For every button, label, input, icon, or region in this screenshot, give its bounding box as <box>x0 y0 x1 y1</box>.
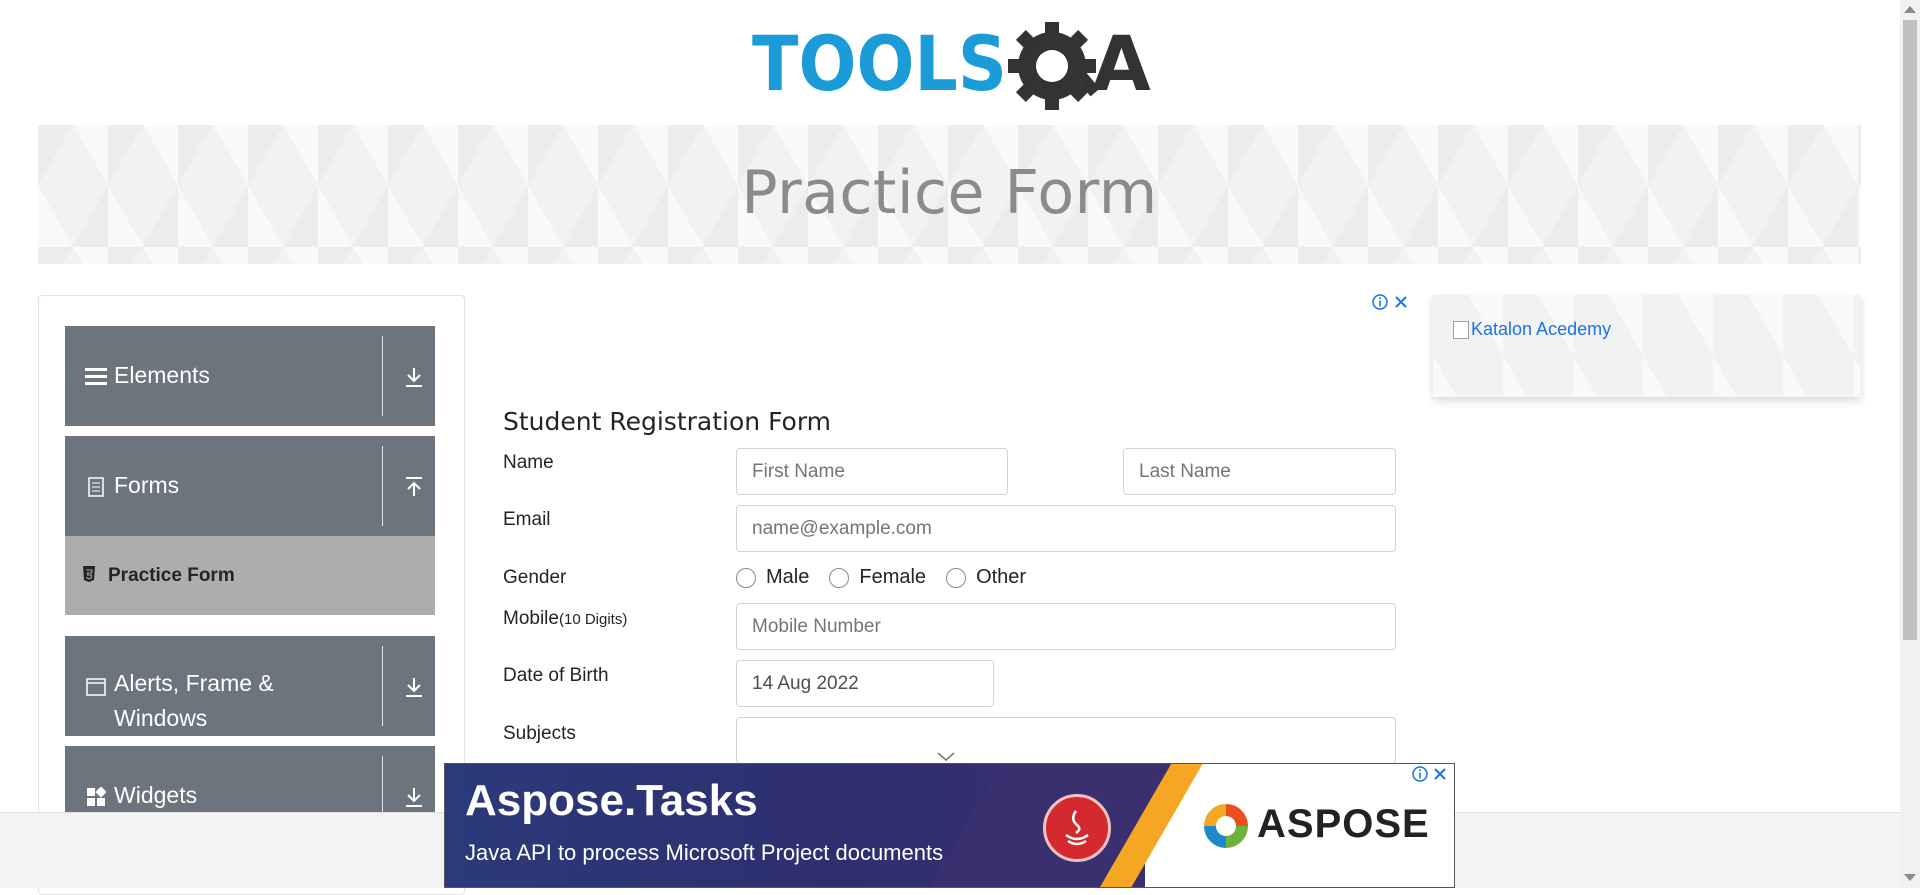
window-icon <box>85 676 107 698</box>
date-of-birth-input[interactable]: 14 Aug 2022 <box>736 660 994 707</box>
radio-button[interactable] <box>946 567 967 588</box>
download-arrow-icon[interactable] <box>403 676 425 698</box>
gender-radio-group: Male Female Other <box>736 566 1046 589</box>
sidebar-group-label: Alerts, Frame & Windows <box>114 670 274 731</box>
dob-label: Date of Birth <box>503 665 609 686</box>
subjects-input[interactable] <box>736 717 1396 764</box>
radio-button[interactable] <box>829 567 850 588</box>
radio-label: Female <box>859 566 927 588</box>
sidebar-group-elements[interactable]: Elements <box>65 326 435 426</box>
download-arrow-icon[interactable] <box>403 786 425 808</box>
broken-image-icon <box>1453 320 1469 339</box>
toolsqa-logo[interactable]: TOOLS A <box>752 18 1152 114</box>
email-label: Email <box>503 509 551 530</box>
sidebar-group-label: Forms <box>114 472 180 498</box>
ad-controls <box>1412 766 1448 787</box>
scroll-down-icon[interactable] <box>1904 874 1916 881</box>
document-icon <box>85 476 107 498</box>
scroll-up-icon[interactable] <box>1904 6 1916 13</box>
info-icon[interactable] <box>1372 293 1388 315</box>
sidebar-group-forms[interactable]: Forms <box>65 436 435 536</box>
last-name-input[interactable] <box>1123 448 1396 495</box>
sidebar-group-label: Elements <box>114 362 210 388</box>
info-icon[interactable] <box>1412 766 1428 787</box>
svg-text:A: A <box>1092 19 1151 108</box>
mobile-label-text: Mobile <box>503 608 559 629</box>
page-title: Practice Form <box>741 157 1158 228</box>
ad-brand: ASPOSE <box>1257 802 1430 846</box>
sidebar-item-practice-form[interactable]: Practice Form <box>65 536 435 615</box>
download-arrow-icon[interactable] <box>403 366 425 388</box>
widgets-icon <box>85 786 107 808</box>
close-icon[interactable] <box>1394 295 1408 314</box>
sidebar-group-alerts[interactable]: Alerts, Frame & Windows <box>65 636 435 736</box>
divider <box>382 446 383 526</box>
side-advertisement[interactable]: Katalon Acedemy <box>1433 295 1861 397</box>
page-banner: Practice Form <box>38 125 1861 264</box>
ad-title: Aspose.Tasks <box>465 776 758 825</box>
close-icon[interactable] <box>1432 766 1448 782</box>
ad-alt-text: Katalon Acedemy <box>1471 319 1612 339</box>
email-input[interactable] <box>736 505 1396 552</box>
bottom-advertisement[interactable]: Aspose.Tasks Java API to process Microso… <box>444 763 1455 888</box>
gender-male-option[interactable]: Male <box>736 566 809 589</box>
gender-label: Gender <box>503 567 567 588</box>
gender-other-option[interactable]: Other <box>946 566 1026 589</box>
html5-icon <box>82 565 98 585</box>
aspose-logo-icon <box>1200 800 1252 857</box>
first-name-input[interactable] <box>736 448 1008 495</box>
mobile-label: Mobile(10 Digits) <box>503 608 627 630</box>
svg-text:TOOLS: TOOLS <box>752 19 1007 108</box>
sidebar-group-label: Widgets <box>114 782 198 808</box>
mobile-hint: (10 Digits) <box>558 611 628 628</box>
subjects-label: Subjects <box>503 723 576 744</box>
mobile-input[interactable] <box>736 603 1396 650</box>
radio-button[interactable] <box>736 567 756 588</box>
scroll-thumb[interactable] <box>1903 20 1917 640</box>
sidebar-item-label: Practice Form <box>108 564 235 586</box>
ad-image-alt[interactable]: Katalon Acedemy <box>1453 319 1611 340</box>
ad-subtitle: Java API to process Microsoft Project do… <box>465 840 944 865</box>
name-label: Name <box>503 452 554 473</box>
ad-controls <box>1372 293 1408 315</box>
hamburger-icon <box>85 365 107 387</box>
radio-label: Male <box>766 566 810 588</box>
gender-female-option[interactable]: Female <box>829 566 926 589</box>
upload-arrow-icon[interactable] <box>403 476 425 498</box>
divider <box>382 646 383 726</box>
java-icon <box>1043 794 1111 862</box>
divider <box>382 336 383 416</box>
radio-label: Other <box>976 566 1027 588</box>
form-title: Student Registration Form <box>503 407 832 436</box>
